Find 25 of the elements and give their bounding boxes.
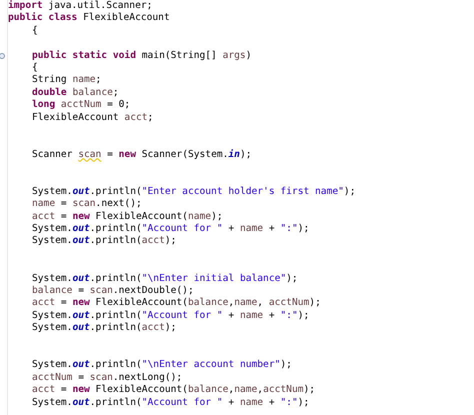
code-line: System.out.println("Account for " + name + ":"); <box>32 223 310 236</box>
fold-icon[interactable] <box>0 52 5 59</box>
code-line: System.out.println("Account for " + name + ":"); <box>32 310 310 322</box>
code-line: System.out.println("Enter account holder's first name"); <box>32 186 356 198</box>
code-line: acctNum = scan.nextLong(); <box>32 372 182 384</box>
code-line: Scanner scan = new Scanner(System.in); <box>32 148 252 162</box>
code-line: public class FlexibleAccount <box>8 12 170 25</box>
code-line: System.out.println("Account for " + name + ":"); <box>32 396 310 409</box>
code-line: System.out.println("\nEnter account number"); <box>32 359 292 372</box>
code-line: import java.util.Scanner; <box>8 0 152 12</box>
code-line: acct = new FlexibleAccount(name); <box>32 210 223 224</box>
code-line: balance = scan.nextDouble(); <box>32 284 194 298</box>
code-line: System.out.println(acct); <box>32 322 176 335</box>
code-line: FlexibleAccount acct; <box>32 112 154 124</box>
code-line: public static void main(String[] args) <box>32 50 252 62</box>
code-line: name = scan.next(); <box>32 198 142 211</box>
code-line: long acctNum = 0; <box>32 99 130 112</box>
code-line: String name; <box>32 74 102 87</box>
code-line: { <box>32 24 38 38</box>
code-line: { <box>32 62 38 74</box>
code-line: double balance; <box>32 86 119 100</box>
code-line: acct = new FlexibleAccount(balance,name, acctNum); <box>32 297 321 310</box>
code-line: acct = new FlexibleAccount(balance,name,acctNum); <box>32 384 316 396</box>
code-line: System.out.println("\nEnter initial balance"); <box>32 272 298 285</box>
code-line: System.out.println(acct); <box>32 235 176 248</box>
